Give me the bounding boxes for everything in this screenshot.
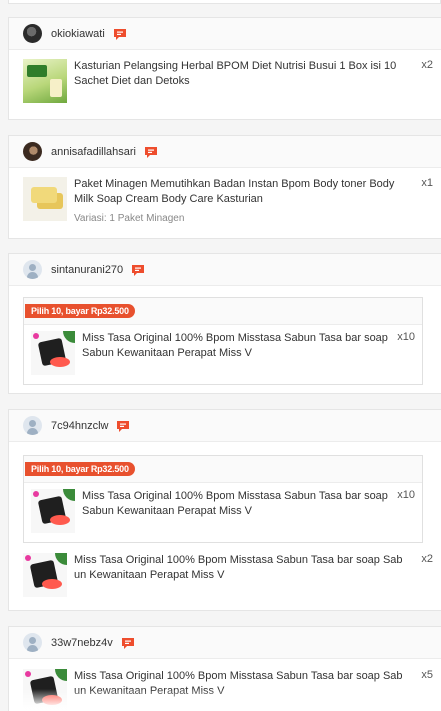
order-item[interactable]: Paket Minagen Memutihkan Badan Instan Bp… [9, 168, 441, 233]
product-title: Paket Minagen Memutihkan Badan Instan Bp… [74, 178, 395, 205]
order-item[interactable]: Miss Tasa Original 100% Bpom Misstasa Sa… [24, 483, 422, 542]
product-title: Miss Tasa Original 100% Bpom Misstasa Sa… [82, 332, 388, 359]
product-quantity: x10 [397, 489, 415, 501]
chat-bubble-icon[interactable] [116, 420, 130, 432]
order-card: sintanurani270 Pilih 10, bayar Rp32.500 … [8, 253, 441, 394]
order-card: 33w7nebz4v Miss Tasa Original 100% Bpom … [8, 626, 441, 711]
order-buyer-header: 7c94hnzclw [9, 410, 441, 442]
misstasa-product-image [31, 489, 75, 533]
order-card: annisafadillahsari Paket Minagen Memutih… [8, 135, 441, 239]
promo-header: Pilih 10, bayar Rp32.500 [24, 298, 422, 325]
bundle-promo-group: Pilih 10, bayar Rp32.500 Miss Tasa Origi… [23, 455, 423, 543]
misstasa-product-image [23, 553, 67, 597]
default-avatar-icon[interactable] [23, 633, 42, 652]
default-avatar-icon[interactable] [23, 260, 42, 279]
order-item[interactable]: Kasturian Pelangsing Herbal BPOM Diet Nu… [9, 50, 441, 112]
product-title: Miss Tasa Original 100% Bpom Misstasa Sa… [82, 490, 388, 517]
product-quantity: x2 [421, 553, 433, 565]
order-item[interactable]: Miss Tasa Original 100% Bpom Misstasa Sa… [9, 543, 441, 606]
buyer-username[interactable]: annisafadillahsari [51, 146, 136, 158]
product-title: Kasturian Pelangsing Herbal BPOM Diet Nu… [74, 60, 397, 87]
buyer-username[interactable]: 7c94hnzclw [51, 420, 108, 432]
chat-bubble-icon[interactable] [131, 264, 145, 276]
default-avatar-icon[interactable] [23, 416, 42, 435]
promo-header: Pilih 10, bayar Rp32.500 [24, 456, 422, 483]
buyer-avatar[interactable] [23, 142, 42, 161]
order-item[interactable]: Miss Tasa Original 100% Bpom Misstasa Sa… [24, 325, 422, 384]
chat-bubble-icon[interactable] [113, 28, 127, 40]
product-quantity: x2 [421, 59, 433, 71]
bundle-promo-group: Pilih 10, bayar Rp32.500 Miss Tasa Origi… [23, 297, 423, 385]
product-quantity: x1 [421, 177, 433, 189]
product-variation: Variasi: 1 Paket Minagen [74, 213, 185, 224]
order-card: okiokiawati Kasturian Pelangsing Herbal … [8, 17, 441, 120]
minagen-product-image [23, 177, 67, 221]
order-buyer-header: sintanurani270 [9, 254, 441, 286]
buyer-avatar[interactable] [23, 24, 42, 43]
buyer-username[interactable]: 33w7nebz4v [51, 637, 113, 649]
chat-bubble-icon[interactable] [144, 146, 158, 158]
buyer-username[interactable]: okiokiawati [51, 28, 105, 40]
kasturian-product-image [23, 59, 67, 103]
scroll-fade-overlay [9, 689, 441, 711]
chat-bubble-icon[interactable] [121, 637, 135, 649]
order-buyer-header: annisafadillahsari [9, 136, 441, 168]
misstasa-product-image [31, 331, 75, 375]
order-buyer-header: okiokiawati [9, 18, 441, 50]
bundle-deal-badge[interactable]: Pilih 10, bayar Rp32.500 [25, 304, 135, 318]
buyer-username[interactable]: sintanurani270 [51, 264, 123, 276]
order-card: 7c94hnzclw Pilih 10, bayar Rp32.500 Miss… [8, 409, 441, 611]
product-title: Miss Tasa Original 100% Bpom Misstasa Sa… [74, 554, 403, 581]
bundle-deal-badge[interactable]: Pilih 10, bayar Rp32.500 [25, 462, 135, 476]
previous-order-card-edge [8, 0, 441, 4]
order-buyer-header: 33w7nebz4v [9, 627, 441, 659]
product-quantity: x10 [397, 331, 415, 343]
product-quantity: x5 [421, 669, 433, 681]
